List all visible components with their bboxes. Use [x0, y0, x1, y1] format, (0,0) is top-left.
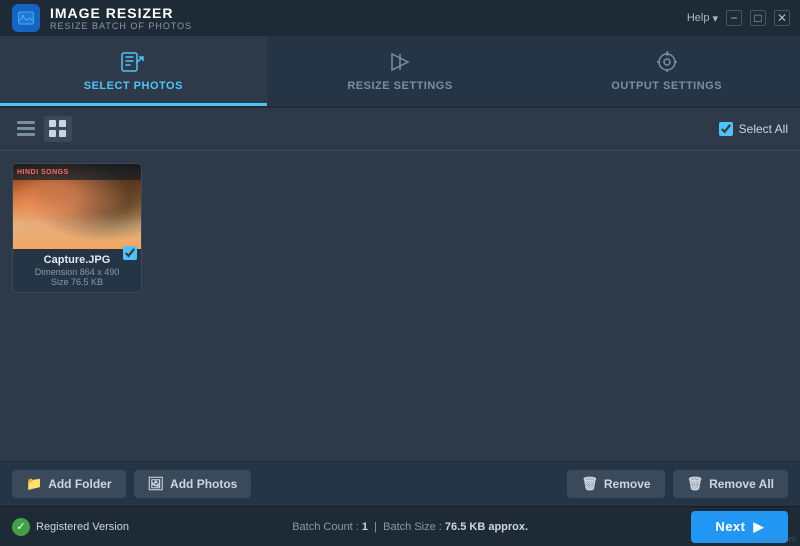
- add-photos-label: Add Photos: [170, 477, 237, 491]
- tab-select-photos-label: SELECT PHOTOS: [84, 80, 183, 92]
- next-button[interactable]: Next ▶: [691, 511, 788, 543]
- batch-size-label: Batch Size :: [383, 521, 442, 533]
- check-icon: ✓: [12, 518, 30, 536]
- list-view-button[interactable]: [12, 116, 40, 142]
- tab-output-settings[interactable]: OUTPUT SETTINGS: [533, 36, 800, 106]
- select-all-container[interactable]: Select All: [719, 122, 788, 136]
- help-button[interactable]: Help ▾: [687, 12, 718, 25]
- remove-label: Remove: [604, 477, 651, 491]
- remove-button[interactable]: 🗑 Remove: [567, 470, 664, 498]
- add-folder-button[interactable]: 📁 Add Folder: [12, 470, 126, 498]
- statusbar: ✓ Registered Version Batch Count : 1 | B…: [0, 506, 800, 546]
- app-title: IMAGE RESIZER: [50, 5, 788, 21]
- app-title-block: IMAGE RESIZER RESIZE BATCH OF PHOTOS: [50, 5, 788, 31]
- registered-label: Registered Version: [36, 521, 129, 533]
- select-all-label[interactable]: Select All: [739, 122, 788, 136]
- next-label: Next: [715, 519, 745, 534]
- photo-checkbox[interactable]: [123, 246, 137, 260]
- tab-resize-settings[interactable]: RESIZE SETTINGS: [267, 36, 534, 106]
- folder-icon: 📁: [26, 476, 42, 492]
- photos-grid: HINDI SONGS Capture.JPG Dimension 864 x …: [12, 163, 788, 293]
- content-area: HINDI SONGS Capture.JPG Dimension 864 x …: [0, 151, 800, 461]
- tab-resize-settings-label: RESIZE SETTINGS: [347, 80, 452, 92]
- photo-thumbnail: HINDI SONGS: [13, 164, 142, 249]
- minimize-button[interactable]: −: [726, 10, 742, 26]
- tab-output-settings-label: OUTPUT SETTINGS: [611, 80, 722, 92]
- remove-all-label: Remove All: [709, 477, 774, 491]
- batch-info: Batch Count : 1 | Batch Size : 76.5 KB a…: [129, 521, 691, 533]
- photo-info: Capture.JPG Dimension 864 x 490 Size 76.…: [13, 249, 141, 292]
- remove-all-button[interactable]: 🗑 Remove All: [673, 470, 788, 498]
- close-button[interactable]: ✕: [774, 10, 790, 26]
- app-subtitle: RESIZE BATCH OF PHOTOS: [50, 21, 788, 31]
- app-logo: [12, 4, 40, 32]
- batch-count-label: Batch Count :: [292, 521, 359, 533]
- photo-card[interactable]: HINDI SONGS Capture.JPG Dimension 864 x …: [12, 163, 142, 293]
- grid-view-button[interactable]: [44, 116, 72, 142]
- nav-tabs: SELECT PHOTOS RESIZE SETTINGS OUTPUT SET…: [0, 36, 800, 108]
- bottom-actions: 📁 Add Folder 🖼 Add Photos 🗑 Remove 🗑 Rem…: [0, 461, 800, 506]
- restore-button[interactable]: □: [750, 10, 766, 26]
- add-folder-label: Add Folder: [48, 477, 111, 491]
- toolbar: Select All: [0, 108, 800, 151]
- select-all-checkbox[interactable]: [719, 122, 733, 136]
- photo-size: Size 76.5 KB: [19, 277, 135, 287]
- batch-separator: |: [374, 521, 377, 533]
- next-arrow-icon: ▶: [754, 519, 765, 535]
- photo-dimension: Dimension 864 x 490: [19, 267, 135, 277]
- batch-size-value: 76.5 KB approx.: [445, 521, 528, 533]
- add-photo-icon: 🖼: [148, 476, 165, 492]
- chevron-down-icon: ▾: [712, 12, 718, 25]
- tab-select-photos[interactable]: SELECT PHOTOS: [0, 36, 267, 106]
- trash-icon: 🗑: [581, 476, 598, 492]
- photo-name: Capture.JPG: [19, 254, 135, 266]
- titlebar: IMAGE RESIZER RESIZE BATCH OF PHOTOS Hel…: [0, 0, 800, 36]
- batch-count-value: 1: [362, 521, 368, 533]
- registered-version: ✓ Registered Version: [12, 518, 129, 536]
- add-photos-button[interactable]: 🖼 Add Photos: [134, 470, 252, 498]
- trash-all-icon: 🗑: [687, 476, 704, 492]
- titlebar-controls: Help ▾ − □ ✕: [687, 10, 790, 26]
